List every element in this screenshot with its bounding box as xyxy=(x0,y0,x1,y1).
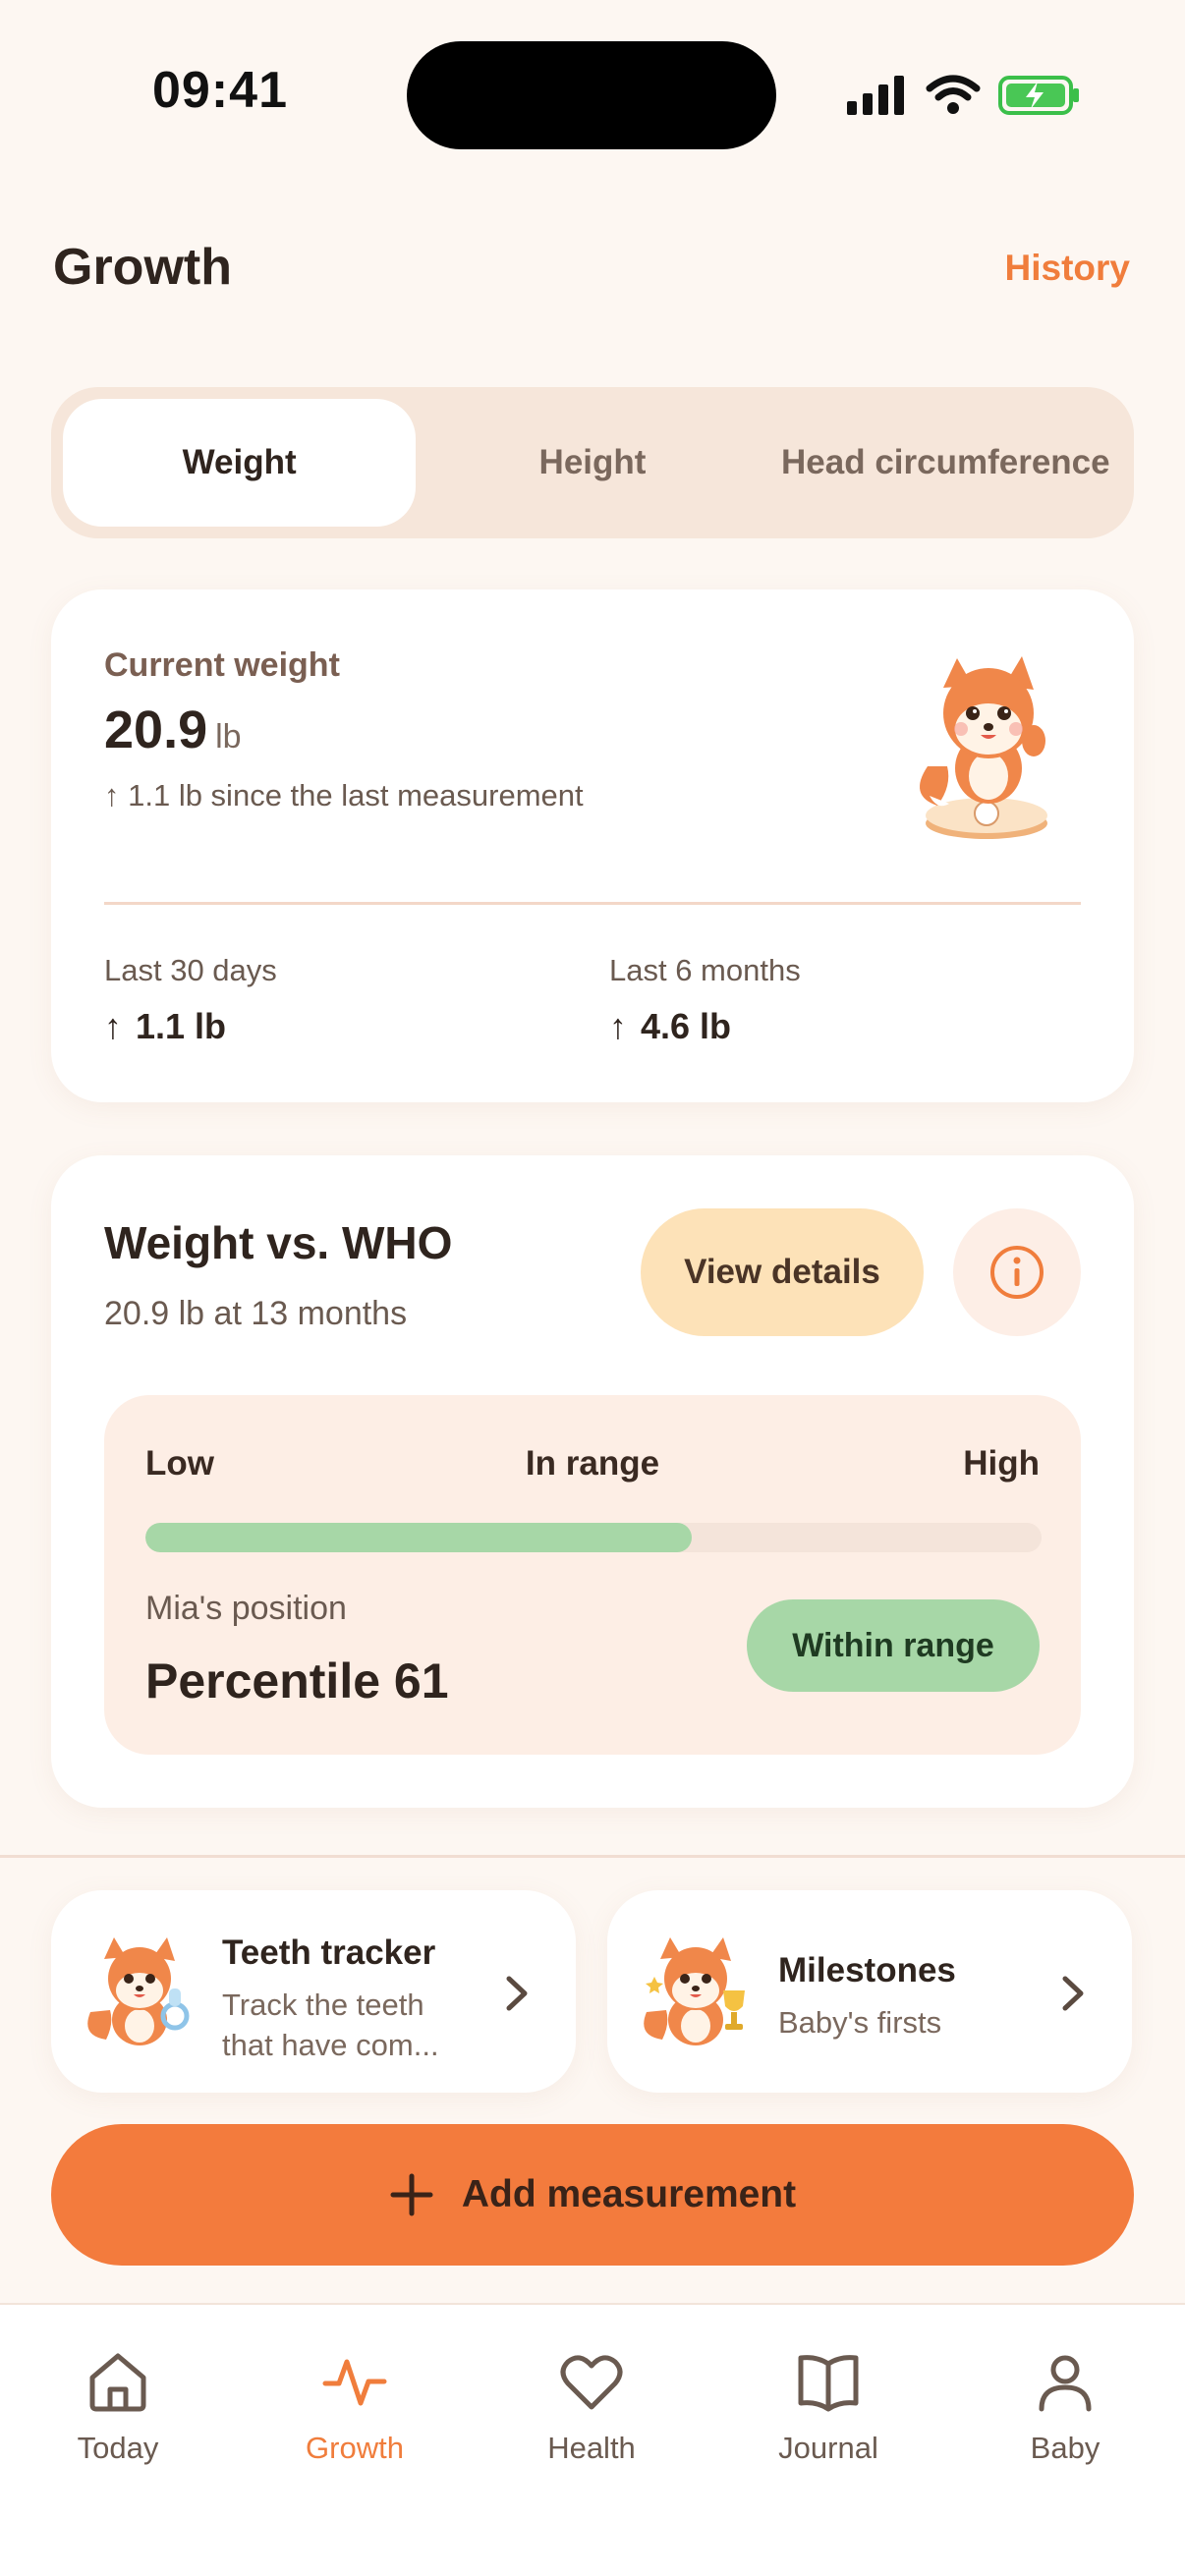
last-6-months-value: ↑ 4.6 lb xyxy=(609,1006,731,1047)
measurement-segmented-control: Weight Height Head circumference xyxy=(51,387,1134,538)
chevron-right-icon xyxy=(506,1976,528,2011)
tab-growth-label: Growth xyxy=(306,2431,404,2465)
teeth-tracker-card[interactable]: Teeth tracker Track the teeth that have … xyxy=(51,1890,576,2093)
who-comparison-card: Weight vs. WHO 20.9 lb at 13 months View… xyxy=(51,1155,1134,1808)
info-button[interactable] xyxy=(953,1208,1081,1336)
current-weight-card: Current weight 20.9 lb ↑ 1.1 lb since the… xyxy=(51,589,1134,1102)
last-30-days-amount: 1.1 lb xyxy=(136,1006,227,1046)
tab-health[interactable]: Health xyxy=(493,2346,690,2466)
position-value: Percentile 61 xyxy=(145,1653,449,1708)
add-measurement-label: Add measurement xyxy=(461,2173,797,2215)
range-high-label: High xyxy=(963,1444,1040,1483)
fox-teething-illustration xyxy=(87,1937,190,2045)
who-range-panel: Low In range High Mia's position Percent… xyxy=(104,1395,1081,1755)
last-30-days-label: Last 30 days xyxy=(104,953,277,987)
battery-icon xyxy=(998,76,1079,115)
info-icon xyxy=(990,1246,1044,1299)
tab-baby[interactable]: Baby xyxy=(967,2346,1163,2466)
section-divider xyxy=(0,1855,1185,1858)
current-weight-value: 20.9 lb xyxy=(104,700,242,760)
milestones-title: Milestones xyxy=(778,1951,956,1989)
plus-icon xyxy=(390,2173,433,2216)
dynamic-island xyxy=(407,41,776,149)
person-icon xyxy=(1039,2355,1092,2412)
weight-unit: lb xyxy=(215,718,242,756)
range-mid-label: In range xyxy=(525,1444,660,1483)
weight-number: 20.9 xyxy=(104,700,208,759)
book-icon xyxy=(798,2355,859,2412)
position-label: Mia's position xyxy=(145,1590,347,1627)
view-details-button[interactable]: View details xyxy=(641,1208,924,1336)
tab-health-label: Health xyxy=(547,2431,636,2465)
tab-height[interactable]: Height xyxy=(416,399,768,527)
tab-head-circumference[interactable]: Head circumference xyxy=(769,399,1122,527)
pulse-icon xyxy=(322,2359,387,2406)
tab-baby-label: Baby xyxy=(1030,2431,1100,2465)
arrow-up-icon: ↑ xyxy=(609,1006,627,1046)
chevron-right-icon xyxy=(1062,1976,1084,2011)
percentile-bar xyxy=(145,1523,1042,1552)
teeth-tracker-title: Teeth tracker xyxy=(222,1933,436,1972)
last-6-months-label: Last 6 months xyxy=(609,953,801,987)
history-link[interactable]: History xyxy=(1005,248,1130,289)
tab-today-label: Today xyxy=(77,2431,159,2465)
page-title: Growth xyxy=(53,239,232,296)
last-30-days-value: ↑ 1.1 lb xyxy=(104,1006,226,1047)
percentile-bar-fill xyxy=(145,1523,693,1552)
status-time: 09:41 xyxy=(152,62,288,119)
current-weight-label: Current weight xyxy=(104,646,340,684)
milestones-subtitle: Baby's firsts xyxy=(778,2005,942,2040)
weight-delta: ↑ 1.1 lb since the last measurement xyxy=(104,778,584,812)
tab-journal-label: Journal xyxy=(778,2431,878,2465)
tab-growth[interactable]: Growth xyxy=(256,2346,453,2466)
who-title: Weight vs. WHO xyxy=(104,1217,453,1268)
range-status-badge: Within range xyxy=(747,1599,1040,1692)
last-6-months-amount: 4.6 lb xyxy=(641,1006,732,1046)
fox-on-scale-illustration xyxy=(920,656,1047,839)
wifi-icon xyxy=(926,75,981,114)
arrow-up-icon: ↑ xyxy=(104,1006,122,1046)
fox-trophy-illustration xyxy=(644,1937,745,2045)
status-icons xyxy=(847,71,1081,120)
add-measurement-button[interactable]: Add measurement xyxy=(51,2124,1134,2266)
milestones-card[interactable]: Milestones Baby's firsts xyxy=(607,1890,1132,2093)
tab-weight[interactable]: Weight xyxy=(63,399,417,527)
signal-icon xyxy=(847,76,904,115)
heart-icon xyxy=(560,2355,623,2410)
card-divider xyxy=(104,902,1081,905)
who-subtitle: 20.9 lb at 13 months xyxy=(104,1295,408,1332)
home-icon xyxy=(89,2353,146,2412)
tab-today[interactable]: Today xyxy=(20,2346,216,2466)
teeth-tracker-subtitle: Track the teeth that have com... xyxy=(222,1988,439,2062)
tab-journal[interactable]: Journal xyxy=(730,2346,927,2466)
bottom-tab-bar: Today Growth Health Journal Baby xyxy=(0,2303,1185,2576)
